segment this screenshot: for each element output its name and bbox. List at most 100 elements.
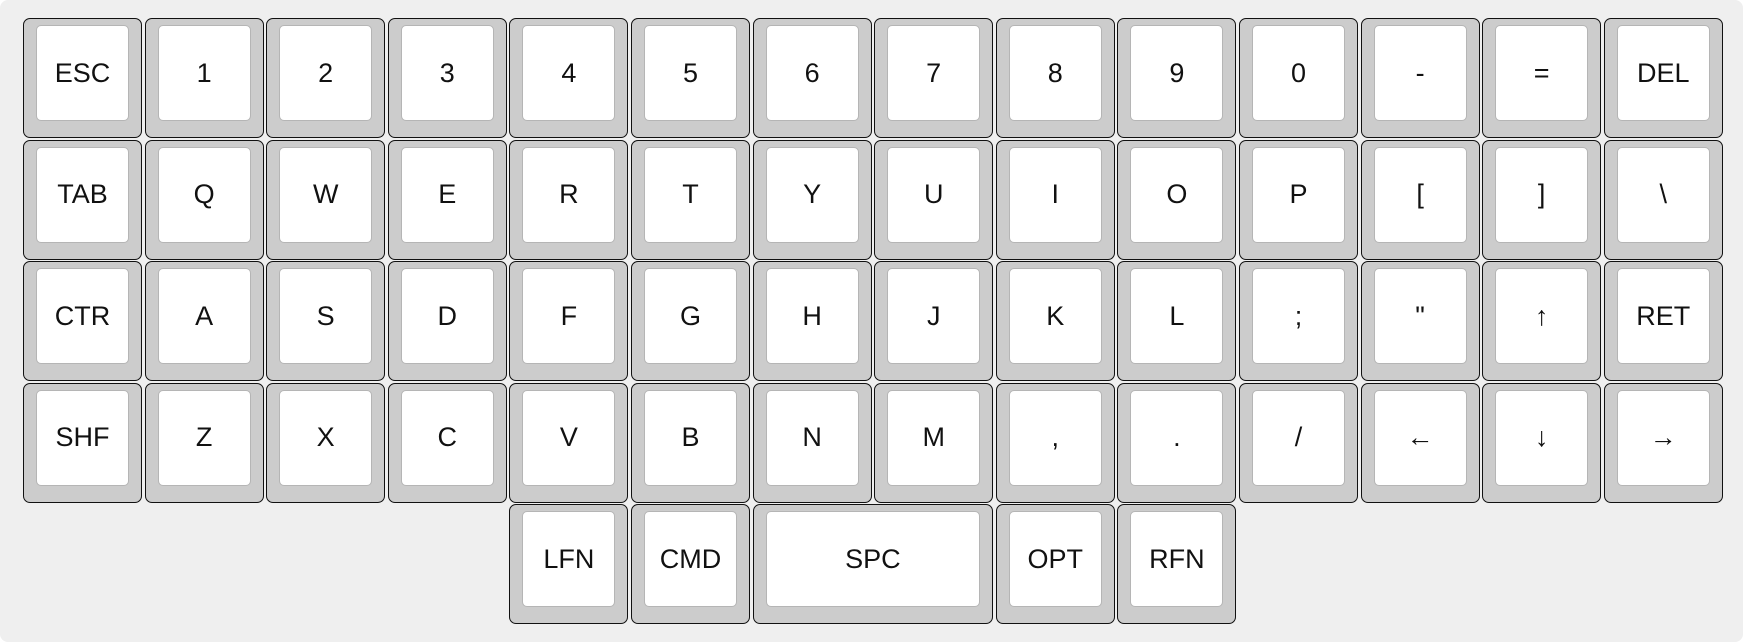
key-i[interactable]: I: [995, 139, 1115, 260]
key-arrow-down[interactable]: ↓: [1482, 382, 1602, 503]
key-left-bracket[interactable]: [: [1360, 139, 1480, 260]
key-cap: TAB: [36, 146, 129, 243]
key-label: X: [316, 422, 335, 452]
key-t[interactable]: T: [631, 139, 750, 260]
key-g[interactable]: G: [631, 261, 750, 381]
key-label: N: [802, 422, 822, 452]
key-label: T: [682, 179, 699, 209]
key-q[interactable]: Q: [144, 139, 264, 260]
key-cap: 7: [887, 25, 981, 121]
key-c[interactable]: C: [387, 382, 507, 503]
key-period[interactable]: .: [1117, 382, 1237, 503]
key-k[interactable]: K: [995, 261, 1115, 381]
key-8[interactable]: 8: [995, 18, 1115, 138]
key-5[interactable]: 5: [631, 18, 750, 138]
key-label: A: [195, 300, 214, 331]
key-m[interactable]: M: [874, 382, 994, 503]
key-cap: 0: [1252, 25, 1345, 121]
key-p[interactable]: P: [1239, 139, 1358, 260]
key-1[interactable]: 1: [144, 18, 264, 138]
key-0[interactable]: 0: [1239, 18, 1358, 138]
key-del[interactable]: DEL: [1603, 18, 1723, 138]
key-semicolon[interactable]: ;: [1239, 261, 1358, 381]
key-label: DEL: [1637, 57, 1690, 88]
key-label: 9: [1169, 57, 1185, 88]
key-cap: X: [279, 389, 373, 486]
key-cap: F: [522, 268, 616, 364]
key-label: D: [437, 300, 458, 331]
key-label: ,: [1051, 422, 1060, 452]
key-label: ": [1415, 300, 1425, 331]
key-9[interactable]: 9: [1117, 18, 1237, 138]
key-cap: N: [765, 389, 859, 486]
key-lfn[interactable]: LFN: [509, 504, 629, 624]
key-label: [: [1416, 179, 1424, 209]
key-o[interactable]: O: [1117, 139, 1237, 260]
key-f[interactable]: F: [509, 261, 629, 381]
key-x[interactable]: X: [266, 382, 386, 503]
key-rfn[interactable]: RFN: [1117, 504, 1237, 624]
key-cap: 8: [1008, 25, 1102, 121]
key-label: CMD: [659, 543, 722, 574]
key-cap: 9: [1130, 25, 1224, 121]
key-backslash[interactable]: \: [1603, 139, 1723, 260]
key-e[interactable]: E: [387, 139, 507, 260]
key-cmd[interactable]: CMD: [631, 504, 750, 624]
key-arrow-left[interactable]: ←: [1360, 382, 1480, 503]
key-cap: D: [400, 268, 494, 364]
key-equals[interactable]: =: [1482, 18, 1602, 138]
key-label: TAB: [57, 179, 108, 209]
key-label: CTR: [54, 300, 111, 331]
key-slash[interactable]: /: [1239, 382, 1358, 503]
key-label: M: [922, 422, 945, 452]
key-label: .: [1173, 422, 1181, 452]
key-opt[interactable]: OPT: [995, 504, 1115, 624]
key-r[interactable]: R: [509, 139, 629, 260]
key-j[interactable]: J: [874, 261, 994, 381]
key-cap: ←: [1373, 389, 1467, 486]
key-n[interactable]: N: [752, 382, 872, 503]
key-esc[interactable]: ESC: [23, 18, 142, 138]
key-right-bracket[interactable]: ]: [1482, 139, 1602, 260]
key-2[interactable]: 2: [266, 18, 386, 138]
key-y[interactable]: Y: [752, 139, 872, 260]
key-arrow-up[interactable]: ↑: [1482, 261, 1602, 381]
key-w[interactable]: W: [266, 139, 386, 260]
key-arrow-right[interactable]: →: [1603, 382, 1723, 503]
key-cap: 2: [279, 25, 373, 121]
key-7[interactable]: 7: [874, 18, 994, 138]
key-4[interactable]: 4: [509, 18, 629, 138]
key-quote[interactable]: ": [1360, 261, 1480, 381]
key-a[interactable]: A: [144, 261, 264, 381]
key-3[interactable]: 3: [387, 18, 507, 138]
key-cap: I: [1008, 146, 1102, 243]
key-z[interactable]: Z: [144, 382, 264, 503]
key-label: LFN: [543, 543, 595, 574]
key-l[interactable]: L: [1117, 261, 1237, 381]
key-u[interactable]: U: [874, 139, 994, 260]
key-b[interactable]: B: [631, 382, 750, 503]
key-minus[interactable]: -: [1360, 18, 1480, 138]
key-label: →: [1649, 422, 1677, 452]
key-label: G: [679, 300, 701, 331]
key-ret[interactable]: RET: [1603, 261, 1723, 381]
key-cap: ]: [1495, 146, 1589, 243]
key-label: 8: [1047, 57, 1063, 88]
key-cap: CMD: [644, 511, 737, 607]
key-label: 1: [196, 57, 212, 88]
key-shf[interactable]: SHF: [23, 382, 142, 503]
key-cap: E: [400, 146, 494, 243]
key-ctr[interactable]: CTR: [23, 261, 142, 381]
key-cap: Q: [157, 146, 251, 243]
key-d[interactable]: D: [387, 261, 507, 381]
key-h[interactable]: H: [752, 261, 872, 381]
key-cap: =: [1495, 25, 1589, 121]
key-tab[interactable]: TAB: [23, 139, 142, 260]
key-6[interactable]: 6: [752, 18, 872, 138]
key-s[interactable]: S: [266, 261, 386, 381]
key-spc[interactable]: SPC: [752, 504, 994, 624]
key-label: 6: [804, 57, 820, 88]
key-comma[interactable]: ,: [995, 382, 1115, 503]
key-v[interactable]: V: [509, 382, 629, 503]
key-label: 4: [561, 57, 577, 88]
